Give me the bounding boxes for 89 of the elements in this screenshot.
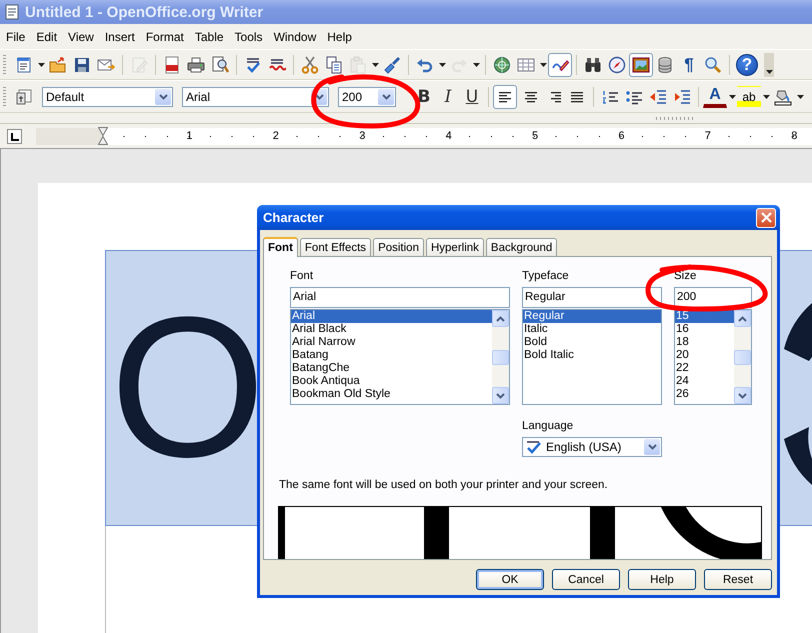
list-item[interactable]: 24 [675, 375, 734, 388]
list-item[interactable]: Arial [291, 310, 492, 323]
menu-item[interactable]: Window [268, 30, 322, 44]
menu-item[interactable]: View [62, 30, 99, 44]
underline-button[interactable]: U [460, 84, 484, 108]
list-item[interactable]: 26 [675, 388, 734, 401]
ruler-number: 1 [186, 128, 193, 142]
list-item[interactable]: Batang [291, 349, 492, 362]
caret-icon[interactable] [540, 62, 546, 66]
list-item[interactable]: 16 [675, 323, 734, 336]
document-text: O [110, 288, 258, 488]
picture-icon[interactable] [629, 52, 653, 76]
font-size-combo[interactable]: 200 [338, 86, 396, 106]
formatting-marks-button[interactable]: ¶ [677, 52, 701, 76]
caret-icon[interactable] [438, 62, 446, 66]
scrollbar-thumb[interactable] [734, 350, 751, 364]
toolbar-overflow-button[interactable] [764, 52, 774, 76]
window-title: Untitled 1 - OpenOffice.org Writer [25, 4, 264, 20]
list-item[interactable]: 22 [675, 362, 734, 375]
list-item[interactable]: Arial Black [291, 323, 492, 336]
ruler-number: 8 [791, 128, 798, 142]
ruler-number: 5 [532, 128, 538, 142]
field-label: Language [522, 419, 574, 433]
caret-icon[interactable] [728, 94, 736, 98]
scroll-down-button[interactable] [492, 387, 509, 404]
scroll-up-button[interactable] [734, 310, 751, 327]
left-tab-icon [11, 132, 19, 140]
document-icon [4, 4, 20, 20]
list-item[interactable]: Bold [523, 336, 661, 349]
help-button[interactable]: ? [736, 54, 758, 76]
dialog-button[interactable]: OK [476, 569, 544, 590]
dialog-button[interactable]: Reset [704, 569, 772, 590]
font-name-combo[interactable]: Arial [182, 86, 329, 106]
typeface-input-field[interactable]: Regular [522, 287, 662, 308]
caret-icon[interactable] [472, 62, 480, 66]
scrollbar[interactable] [492, 310, 509, 404]
language-select[interactable]: English (USA) [522, 437, 662, 457]
highlighting-button[interactable]: ab [737, 86, 761, 108]
font-input-field[interactable]: Arial [290, 287, 510, 308]
caret-icon[interactable] [762, 94, 770, 98]
align-left-icon[interactable] [493, 84, 517, 108]
field-label: Font [290, 269, 314, 283]
dialog-title: Character [263, 210, 324, 225]
menu-item[interactable]: File [0, 30, 30, 44]
ruler-number: 4 [446, 128, 452, 142]
ruler-number: 6 [618, 128, 625, 142]
field-label: Typeface [522, 269, 569, 283]
list-item[interactable]: BatangChe [291, 362, 492, 375]
menu-item[interactable]: Format [140, 30, 189, 44]
list-item[interactable]: Italic [523, 323, 661, 336]
list-item[interactable]: Bold Italic [523, 349, 661, 362]
menu-item[interactable]: Edit [30, 30, 62, 44]
caret-icon[interactable] [38, 62, 44, 66]
scrollbar-thumb[interactable] [492, 350, 509, 364]
dialog-button[interactable]: Cancel [552, 569, 620, 590]
tab[interactable]: Hyperlink [426, 238, 484, 256]
menu-item[interactable]: Help [321, 30, 357, 44]
menu-item[interactable]: Insert [98, 30, 140, 44]
caret-icon[interactable] [796, 94, 804, 98]
italic-button[interactable]: I [436, 84, 460, 108]
info-text: The same font will be used on both your printer and your screen. [279, 479, 609, 491]
menu-item[interactable]: Table [188, 30, 229, 44]
tab[interactable]: Font [263, 237, 298, 257]
dialog-button[interactable]: Help [628, 569, 696, 590]
list-item[interactable]: Arial Narrow [291, 336, 492, 349]
menu-item[interactable]: Tools [228, 30, 268, 44]
font-color-button[interactable]: A [703, 86, 727, 108]
caret-icon[interactable] [372, 62, 378, 66]
list-item[interactable]: 18 [675, 336, 734, 349]
paragraph-style-combo[interactable]: Default [42, 86, 173, 106]
indent-marker-icon[interactable] [98, 126, 108, 144]
size-input-field[interactable]: 200 [674, 287, 752, 308]
bold-button[interactable]: B [412, 84, 436, 108]
close-icon[interactable] [756, 208, 776, 228]
draw-functions-icon[interactable] [548, 52, 572, 76]
tab[interactable]: Font Effects [300, 238, 372, 256]
tab-stop-selector[interactable] [7, 128, 22, 144]
caret-icon [766, 70, 772, 74]
list-item[interactable]: Book Antiqua [291, 375, 492, 388]
scroll-down-button[interactable] [734, 387, 751, 404]
scroll-up-button[interactable] [492, 310, 509, 327]
list-item[interactable]: 20 [675, 349, 734, 362]
ruler-margin [36, 128, 103, 144]
tab[interactable]: Background [486, 238, 558, 256]
tab[interactable]: Position [373, 238, 424, 256]
list-item[interactable]: Bookman Old Style [291, 388, 492, 401]
list-item[interactable]: Regular [523, 310, 661, 323]
ruler-number: 3 [359, 128, 366, 142]
scrollbar[interactable] [734, 310, 751, 404]
